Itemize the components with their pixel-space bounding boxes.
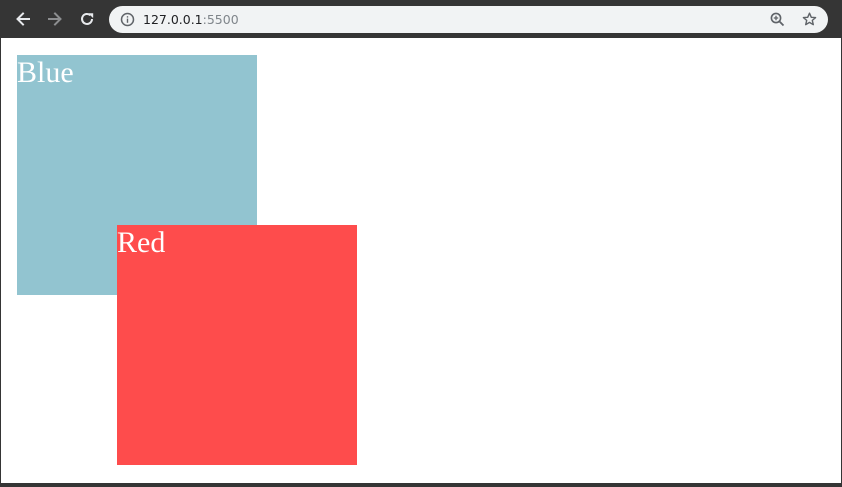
arrow-right-icon xyxy=(48,12,62,26)
zoom-icon[interactable] xyxy=(769,11,786,28)
address-bar[interactable]: 127.0.0.1:5500 xyxy=(109,6,828,33)
address-host: 127.0.0.1 xyxy=(143,12,203,27)
red-box: Red xyxy=(117,225,357,465)
browser-toolbar: 127.0.0.1:5500 xyxy=(0,0,842,38)
blue-box-label: Blue xyxy=(17,56,74,89)
forward-button[interactable] xyxy=(43,7,67,31)
reload-button[interactable] xyxy=(75,7,99,31)
star-icon[interactable] xyxy=(801,11,818,28)
arrow-left-icon xyxy=(16,12,30,26)
page-viewport: Blue Red xyxy=(1,38,841,483)
back-button[interactable] xyxy=(11,7,35,31)
address-port: :5500 xyxy=(202,12,239,27)
address-url[interactable]: 127.0.0.1:5500 xyxy=(143,11,239,28)
red-box-label: Red xyxy=(117,226,166,259)
reload-icon xyxy=(81,12,94,25)
browser-window: 127.0.0.1:5500 Blue Red xyxy=(0,0,842,487)
info-icon[interactable] xyxy=(120,12,135,27)
